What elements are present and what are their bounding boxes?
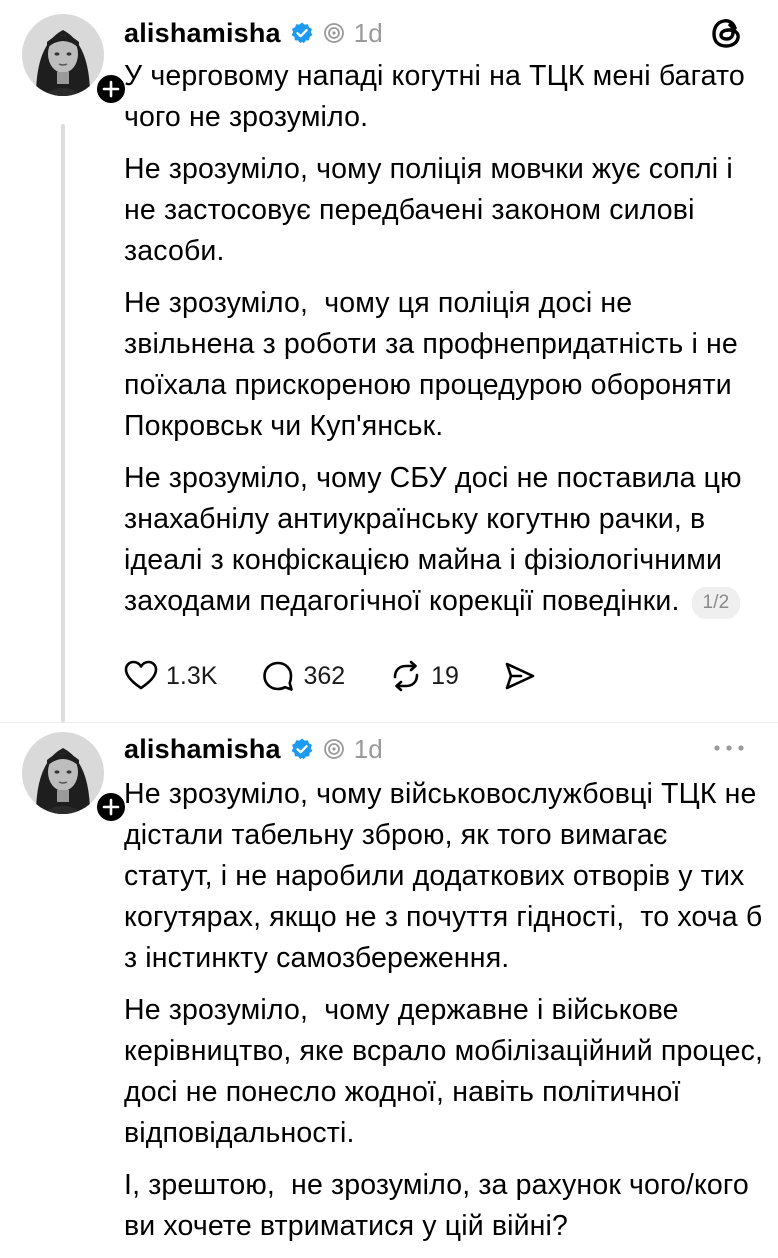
share-button[interactable] — [503, 660, 537, 692]
post-divider — [0, 722, 778, 723]
like-button[interactable]: 1.3K — [124, 660, 217, 692]
send-icon — [505, 662, 535, 690]
avatar-photo — [22, 732, 104, 814]
repost-button[interactable]: 19 — [389, 660, 459, 692]
post-paragraph: Не зрозуміло, чому військовослужбовці ТЦ… — [124, 778, 771, 974]
ai-info-icon[interactable] — [323, 738, 345, 760]
post-paragraph: У черговому нападі когутні на ТЦК мені б… — [124, 60, 753, 133]
plus-icon — [102, 80, 120, 98]
post-header: alishamisha 1d — [124, 732, 383, 766]
like-count: 1.3K — [166, 661, 218, 690]
verified-badge-icon — [290, 737, 314, 761]
more-options-icon[interactable] — [712, 738, 746, 763]
avatar[interactable] — [22, 14, 128, 106]
post-timestamp: 1d — [353, 733, 383, 764]
heart-icon — [124, 660, 158, 690]
username[interactable]: alishamisha — [124, 18, 281, 49]
post-paragraph: Не зрозуміло, чому державне і військове … — [124, 994, 772, 1149]
post-body: Не зрозуміло, чому військовослужбовці ТЦ… — [124, 774, 764, 1258]
ai-info-icon[interactable] — [323, 22, 345, 44]
comment-icon — [263, 661, 294, 691]
post-paragraph: Не зрозуміло, чому ця поліція досі не зв… — [124, 287, 747, 442]
plus-icon — [102, 798, 120, 816]
post-timestamp: 1d — [353, 17, 383, 48]
username[interactable]: alishamisha — [124, 734, 281, 765]
reply-count: 362 — [303, 661, 346, 690]
thread-line — [61, 124, 65, 722]
repost-count: 19 — [431, 661, 459, 690]
post-header: alishamisha 1d — [124, 16, 383, 50]
post-paragraph: Не зрозуміло, чому СБУ досі не поставила… — [124, 462, 750, 617]
follow-plus-button[interactable] — [94, 790, 128, 824]
reply-button[interactable]: 362 — [261, 660, 345, 692]
avatar[interactable] — [22, 732, 128, 824]
post-paragraph: І, зрештою, не зрозуміло, за рахунок чог… — [124, 1169, 757, 1242]
avatar-photo — [22, 14, 104, 96]
post-paragraph: Не зрозуміло, чому поліція мовчки жує со… — [124, 153, 741, 267]
repost-icon — [393, 660, 419, 692]
verified-badge-icon — [290, 21, 314, 45]
post-body: У черговому нападі когутні на ТЦК мені б… — [124, 56, 764, 633]
thread-page-indicator: 1/2 — [691, 587, 741, 619]
post-actions: 1.3K 362 19 — [124, 656, 581, 696]
threads-logo-icon[interactable] — [708, 14, 746, 57]
follow-plus-button[interactable] — [94, 72, 128, 106]
